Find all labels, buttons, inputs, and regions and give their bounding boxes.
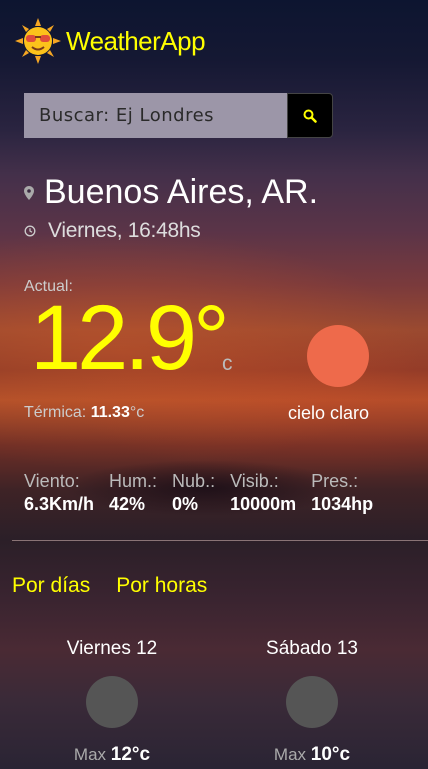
weather-description: cielo claro — [288, 403, 370, 423]
stat-label: Visib.: — [230, 471, 279, 491]
stat-pressure: Pres.: 1034hp — [311, 471, 373, 515]
stat-label: Nub.: — [172, 471, 216, 491]
clock-icon — [24, 225, 36, 237]
feels-like: Térmica: 11.33°c — [24, 404, 144, 422]
feels-like-label: Térmica: — [24, 404, 87, 421]
stat-visibility: Visib.: 10000m — [230, 471, 296, 515]
current-temperature: 12.9° — [30, 287, 230, 389]
location-pin-icon — [24, 185, 34, 200]
forecast-max-label: Max — [273, 745, 307, 764]
search-button[interactable] — [287, 93, 333, 138]
temperature-unit: c — [222, 352, 233, 375]
forecast-day-name: Sábado 13 — [266, 638, 358, 659]
forecast-max: Max 10°c — [232, 744, 392, 766]
forecast-day-name: Viernes 12 — [66, 638, 158, 659]
city-name: Buenos Aires, AR. — [44, 173, 319, 211]
search-icon — [303, 109, 317, 123]
search-bar — [24, 93, 333, 138]
stat-value: 42% — [109, 494, 146, 514]
weather-placeholder-icon — [286, 676, 338, 728]
stat-value: 10000m — [230, 494, 297, 514]
sun-with-sunglasses-icon — [15, 18, 61, 64]
feels-like-unit: °c — [129, 404, 145, 421]
stat-humidity: Hum.: 42% — [109, 471, 157, 515]
forecast-day: Viernes 12 Max 12°c — [32, 638, 192, 766]
app-title: WeatherApp — [66, 25, 206, 56]
feels-like-value: 11.33 — [90, 404, 130, 421]
stat-label: Pres.: — [311, 471, 359, 491]
app-brand[interactable]: WeatherApp — [14, 17, 206, 65]
stat-value: 1034hp — [311, 494, 374, 514]
stat-value: 6.3Km/h — [24, 494, 95, 514]
sun-icon — [307, 325, 369, 387]
forecast-max-label: Max — [73, 745, 107, 764]
section-divider — [12, 540, 428, 541]
stat-clouds: Nub.: 0% — [172, 471, 215, 515]
weather-placeholder-icon — [86, 676, 138, 728]
forecast-max: Max 12°c — [32, 744, 192, 766]
forecast-day: Sábado 13 Max 10°c — [232, 638, 392, 766]
forecast-max-value: 10°c — [310, 744, 351, 765]
search-input[interactable] — [24, 93, 287, 138]
stat-label: Hum.: — [109, 471, 158, 491]
weather-stats: Viento: 6.3Km/h Hum.: 42% Nub.: 0% Visib… — [24, 471, 388, 515]
stat-value: 0% — [172, 494, 199, 514]
current-datetime: Viernes, 16:48hs — [48, 219, 201, 242]
forecast-tabs: Por días Por horas — [12, 574, 233, 598]
datetime-row: Viernes, 16:48hs — [24, 219, 201, 243]
forecast-max-value: 12°c — [110, 744, 151, 765]
stat-label: Viento: — [24, 471, 80, 491]
stat-wind: Viento: 6.3Km/h — [24, 471, 94, 515]
tab-by-days[interactable]: Por días — [12, 574, 90, 598]
location-row: Buenos Aires, AR. — [24, 173, 318, 212]
tab-by-hours[interactable]: Por horas — [116, 574, 207, 598]
